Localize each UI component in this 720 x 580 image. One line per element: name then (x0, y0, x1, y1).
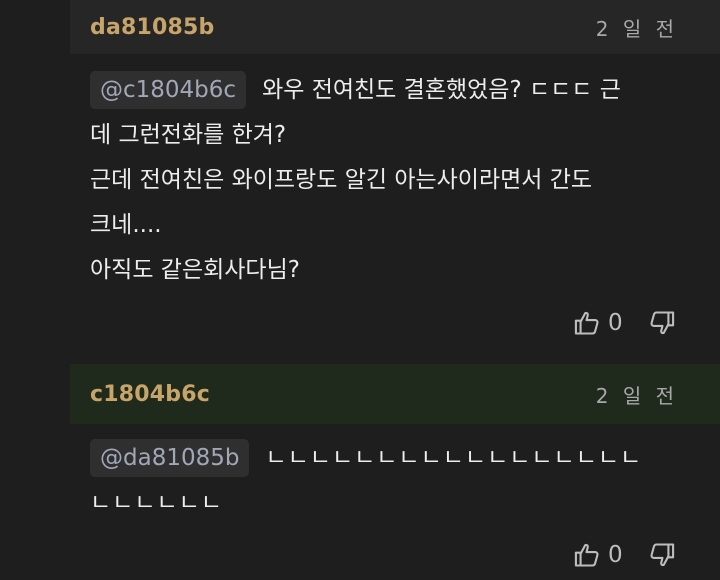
comment-text: 데 그런전화를 한겨? (90, 122, 287, 148)
comment-actions: 0 (572, 303, 692, 343)
comment-text: 크네.... (90, 212, 162, 238)
mention-link[interactable]: @da81085b (90, 439, 250, 477)
comment-line: @c1804b6c 와우 전여친도 결혼했었음? ㄷㄷㄷ 근 (90, 68, 690, 113)
like-count: 0 (608, 542, 623, 568)
thumbs-down-icon (650, 311, 674, 335)
comment-header-highlighted: c1804b6c 2 일 전 (70, 364, 720, 424)
comment-body: @da81085b ㄴㄴㄴㄴㄴㄴㄴㄴㄴㄴㄴㄴㄴㄴㄴㄴㄴ ㄴㄴㄴㄴㄴㄴ (90, 436, 690, 526)
like-count: 0 (608, 310, 623, 336)
comment-timestamp: 2 일 전 (595, 16, 678, 41)
comment-author[interactable]: c1804b6c (90, 382, 210, 407)
comment-text: 아직도 같은회사다님? (90, 257, 300, 283)
like-button[interactable] (572, 540, 602, 570)
comment-timestamp: 2 일 전 (595, 383, 678, 408)
dislike-button[interactable] (647, 540, 677, 570)
comment-header: da81085b 2 일 전 (70, 0, 720, 54)
comment-body: @c1804b6c 와우 전여친도 결혼했었음? ㄷㄷㄷ 근 데 그런전화를 한겨… (90, 68, 690, 293)
thumbs-up-icon (574, 543, 599, 567)
comment-text: ㄴㄴㄴㄴㄴㄴㄴㄴㄴㄴㄴㄴㄴㄴㄴㄴㄴ (265, 445, 643, 471)
comment-line: @da81085b ㄴㄴㄴㄴㄴㄴㄴㄴㄴㄴㄴㄴㄴㄴㄴㄴㄴ (90, 436, 690, 481)
dislike-button[interactable] (647, 308, 677, 338)
comment-actions: 0 (572, 535, 692, 575)
thumbs-up-icon (574, 311, 599, 335)
comment-text: 와우 전여친도 결혼했었음? ㄷㄷㄷ 근 (262, 77, 621, 103)
like-button[interactable] (572, 308, 602, 338)
mention-link[interactable]: @c1804b6c (90, 71, 247, 109)
thumbs-down-icon (650, 543, 674, 567)
comment-text: 근데 전여친은 와이프랑도 알긴 아는사이라면서 간도 (90, 167, 593, 193)
comment-author[interactable]: da81085b (90, 15, 214, 40)
comment-text: ㄴㄴㄴㄴㄴㄴ (90, 490, 223, 516)
